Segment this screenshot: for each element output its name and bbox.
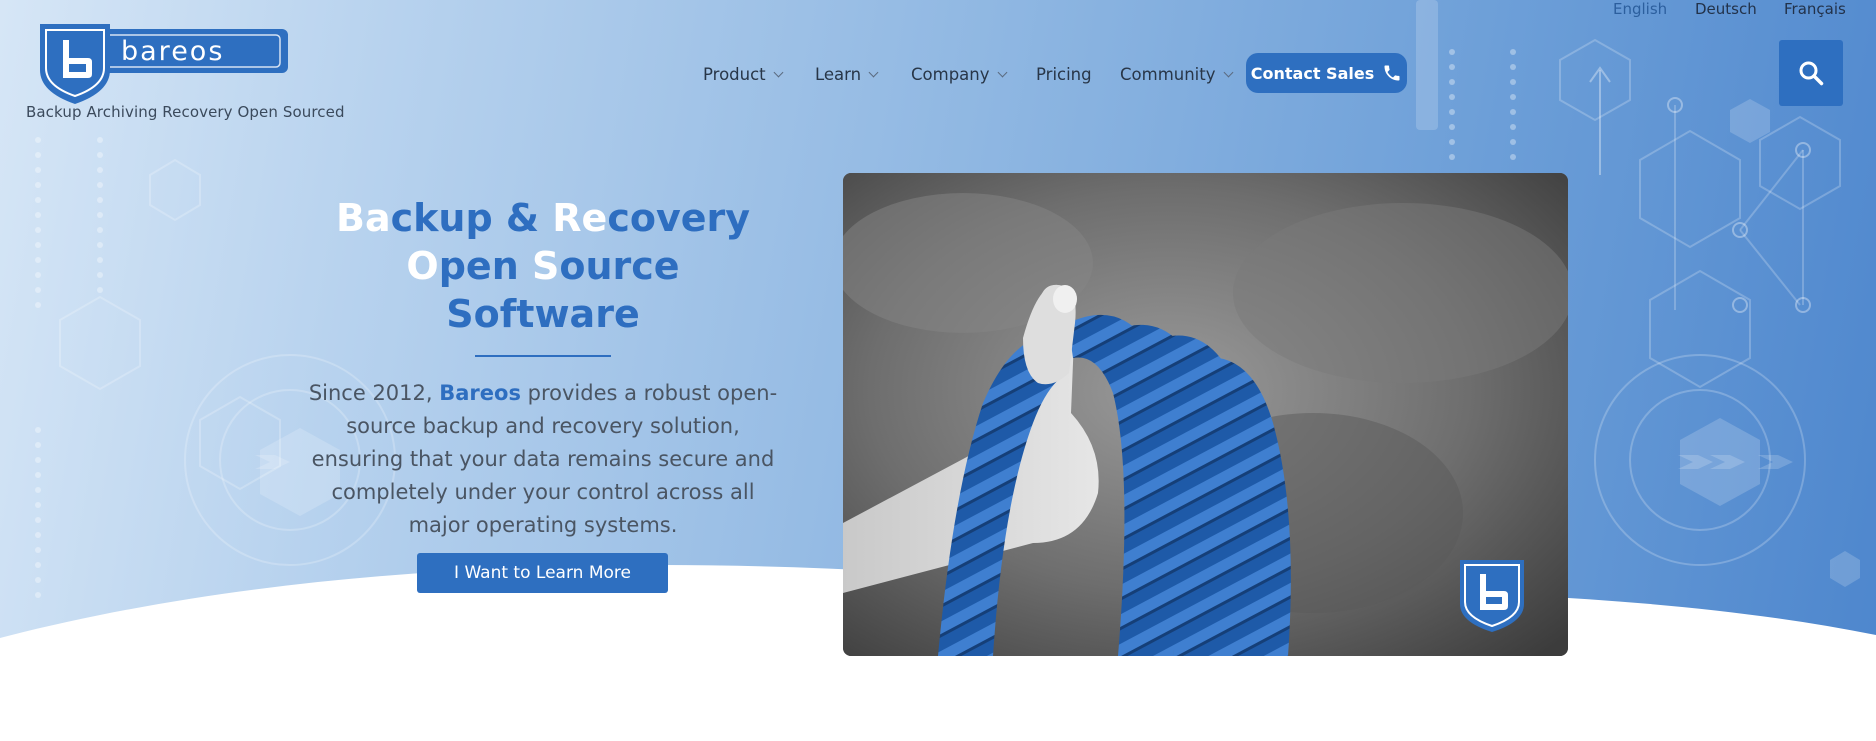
language-francais[interactable]: Français [1784,0,1846,18]
nav-item-pricing[interactable]: Pricing [1036,62,1092,86]
image-logo-badge-icon [1460,560,1524,632]
hero-headline-line-3: Software [446,292,640,336]
hero-headline-line-2: Open Source [406,244,680,288]
chevron-down-icon [997,67,1007,77]
hero-image [843,173,1568,656]
hero-description-brand: Bareos [439,381,521,405]
nav-item-company[interactable]: Company [911,62,1007,86]
learn-more-button[interactable]: I Want to Learn More [417,553,668,593]
nav-item-product[interactable]: Product [703,62,784,86]
contact-sales-label: Contact Sales [1250,63,1375,83]
nav-item-pricing-label: Pricing [1036,64,1092,84]
headline-divider [475,355,611,357]
nav-item-company-label: Company [911,64,990,84]
hero-headline: Backup & Recovery Open Source Software [305,194,781,338]
hero-description: Since 2012, Bareos provides a robust ope… [308,377,778,542]
chevron-down-icon [1223,67,1233,77]
phone-icon [1384,65,1400,81]
logo-wordmark: bareos [121,36,224,67]
nav-item-community-label: Community [1120,64,1216,84]
chevron-down-icon [773,67,784,77]
nav-item-product-label: Product [703,64,766,84]
hero-headline-line-1: Backup & Recovery [335,196,750,240]
search-button[interactable] [1779,40,1843,106]
language-english[interactable]: English [1613,0,1667,18]
hero-description-intro: Since 2012, [308,381,440,405]
search-icon [1799,61,1824,86]
contact-sales-button[interactable]: Contact Sales [1246,53,1407,93]
nav-item-community[interactable]: Community [1120,62,1233,86]
bareos-logo[interactable]: bareos [36,20,288,104]
language-deutsch[interactable]: Deutsch [1695,0,1757,18]
hand-holding-rope-image [843,173,1568,656]
nav-item-learn-label: Learn [815,64,862,84]
chevron-down-icon [868,67,879,77]
nav-item-learn[interactable]: Learn [815,62,879,86]
logo-tagline: Backup Archiving Recovery Open Sourced [26,103,345,121]
